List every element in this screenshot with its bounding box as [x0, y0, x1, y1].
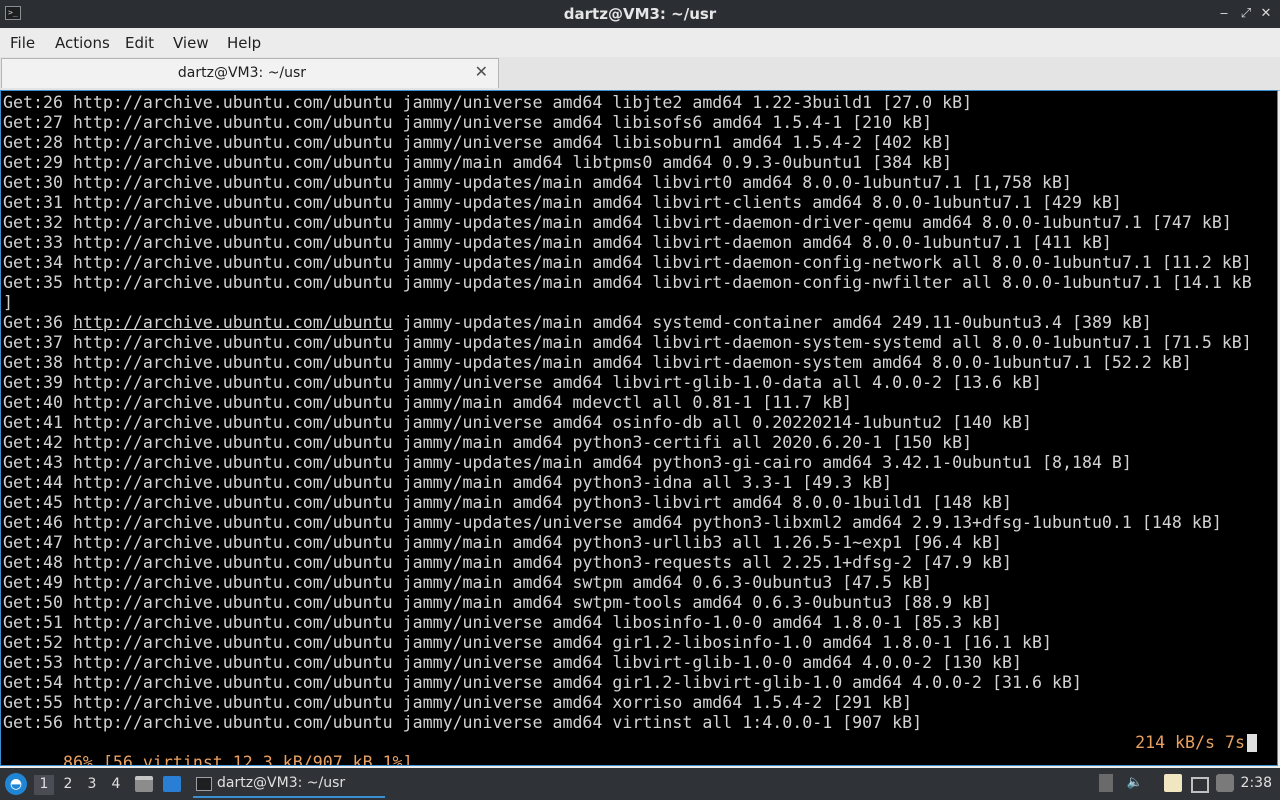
tab-close-icon[interactable]: ✕ — [475, 62, 488, 81]
files-icon[interactable] — [135, 776, 153, 792]
desktop-icon[interactable] — [163, 776, 181, 792]
tray-network-icon[interactable] — [1216, 774, 1234, 792]
terminal-line: Get:43 http://archive.ubuntu.com/ubuntu … — [3, 453, 1132, 472]
workspace-3[interactable]: 3 — [82, 775, 102, 795]
terminal-line: Get:50 http://archive.ubuntu.com/ubuntu … — [3, 593, 993, 612]
progress-status: 86% [56 virtinst 12.3 kB/907 kB 1%] — [62, 753, 413, 766]
clock: 2:38 — [1240, 775, 1272, 791]
terminal-line-with-link: Get:36 http://archive.ubuntu.com/ubuntu … — [3, 313, 1265, 333]
terminal-scrollbar[interactable] — [1267, 91, 1277, 765]
terminal-line: Get:29 http://archive.ubuntu.com/ubuntu … — [3, 153, 953, 172]
line-suffix: jammy-updates/main amd64 systemd-contain… — [392, 313, 1152, 332]
terminal-line: Get:32 http://archive.ubuntu.com/ubuntu … — [3, 213, 1232, 232]
maximize-icon[interactable]: ⤢ — [1236, 4, 1256, 24]
window-title: dartz@VM3: ~/usr — [563, 5, 717, 23]
tray-display-icon[interactable] — [1191, 777, 1209, 793]
terminal-line: Get:37 http://archive.ubuntu.com/ubuntu … — [3, 333, 1252, 352]
terminal-line: ] — [3, 293, 13, 312]
line-prefix: Get:36 — [3, 313, 73, 332]
tab-label: dartz@VM3: ~/usr — [177, 65, 307, 81]
close-icon[interactable]: ✕ — [1256, 4, 1276, 24]
menu-help[interactable]: Help — [227, 34, 261, 52]
terminal-line: Get:38 http://archive.ubuntu.com/ubuntu … — [3, 353, 1192, 372]
terminal-line: Get:33 http://archive.ubuntu.com/ubuntu … — [3, 233, 1112, 252]
terminal-line: Get:26 http://archive.ubuntu.com/ubuntu … — [3, 93, 973, 112]
terminal-line: Get:41 http://archive.ubuntu.com/ubuntu … — [3, 413, 1032, 432]
taskbar: ◓ 1 2 3 4 dartz@VM3: ~/usr 🔈 2:38 — [0, 768, 1280, 800]
task-label: dartz@VM3: ~/usr — [217, 775, 346, 791]
terminal-output[interactable]: Get:26 http://archive.ubuntu.com/ubuntu … — [0, 90, 1278, 766]
terminal-line: Get:34 http://archive.ubuntu.com/ubuntu … — [3, 253, 1252, 272]
menu-actions[interactable]: Actions — [55, 34, 110, 52]
terminal-line: Get:35 http://archive.ubuntu.com/ubuntu … — [3, 273, 1252, 292]
menu-bar: File Actions Edit View Help — [0, 28, 1280, 57]
terminal-line: Get:30 http://archive.ubuntu.com/ubuntu … — [3, 173, 1072, 192]
menu-view[interactable]: View — [173, 34, 209, 52]
terminal-line: Get:56 http://archive.ubuntu.com/ubuntu … — [3, 713, 923, 732]
start-menu-icon[interactable]: ◓ — [5, 773, 27, 795]
terminal-line: Get:54 http://archive.ubuntu.com/ubuntu … — [3, 673, 1082, 692]
workspace-1[interactable]: 1 — [34, 775, 54, 795]
menu-edit[interactable]: Edit — [125, 34, 154, 52]
workspace-4[interactable]: 4 — [106, 775, 126, 795]
terminal-window: >_ dartz@VM3: ~/usr ‒ ⤢ ✕ File Actions E… — [0, 0, 1280, 768]
terminal-lines: Get:26 http://archive.ubuntu.com/ubuntu … — [3, 93, 1265, 733]
tab-bar: dartz@VM3: ~/usr ✕ — [0, 57, 1280, 91]
terminal-line: Get:55 http://archive.ubuntu.com/ubuntu … — [3, 693, 913, 712]
tray-notes-icon[interactable] — [1164, 774, 1182, 792]
terminal-line: Get:48 http://archive.ubuntu.com/ubuntu … — [3, 553, 1013, 572]
terminal-line: Get:46 http://archive.ubuntu.com/ubuntu … — [3, 513, 1222, 532]
download-rate: 214 kB/s 7s — [1135, 733, 1245, 752]
terminal-line: Get:31 http://archive.ubuntu.com/ubuntu … — [3, 193, 1122, 212]
title-bar[interactable]: >_ dartz@VM3: ~/usr ‒ ⤢ ✕ — [0, 0, 1280, 28]
menu-file[interactable]: File — [10, 34, 35, 52]
terminal-line: Get:42 http://archive.ubuntu.com/ubuntu … — [3, 433, 973, 452]
terminal-line: Get:39 http://archive.ubuntu.com/ubuntu … — [3, 373, 1042, 392]
terminal-line: Get:52 http://archive.ubuntu.com/ubuntu … — [3, 633, 1052, 652]
terminal-line: Get:45 http://archive.ubuntu.com/ubuntu … — [3, 493, 1013, 512]
progress-line: 86% [56 virtinst 12.3 kB/907 kB 1%] 214 … — [3, 733, 1265, 765]
taskbar-task-terminal[interactable]: dartz@VM3: ~/usr — [193, 772, 385, 798]
terminal-line: Get:47 http://archive.ubuntu.com/ubuntu … — [3, 533, 1003, 552]
workspace-2[interactable]: 2 — [58, 775, 78, 795]
minimize-icon[interactable]: ‒ — [1214, 4, 1234, 24]
terminal-line: Get:51 http://archive.ubuntu.com/ubuntu … — [3, 613, 1003, 632]
text-cursor — [1247, 734, 1257, 752]
terminal-line: Get:53 http://archive.ubuntu.com/ubuntu … — [3, 653, 1023, 672]
terminal-line: Get:27 http://archive.ubuntu.com/ubuntu … — [3, 113, 933, 132]
archive-link[interactable]: http://archive.ubuntu.com/ubuntu — [73, 313, 393, 332]
terminal-icon — [196, 777, 212, 791]
tray-clipboard-icon[interactable] — [1099, 774, 1113, 792]
tray-volume-icon[interactable]: 🔈 — [1126, 774, 1144, 792]
terminal-line: Get:28 http://archive.ubuntu.com/ubuntu … — [3, 133, 953, 152]
terminal-tab[interactable]: dartz@VM3: ~/usr ✕ — [1, 58, 499, 88]
terminal-line: Get:44 http://archive.ubuntu.com/ubuntu … — [3, 473, 893, 492]
terminal-line: Get:49 http://archive.ubuntu.com/ubuntu … — [3, 573, 933, 592]
terminal-line: Get:40 http://archive.ubuntu.com/ubuntu … — [3, 393, 853, 412]
